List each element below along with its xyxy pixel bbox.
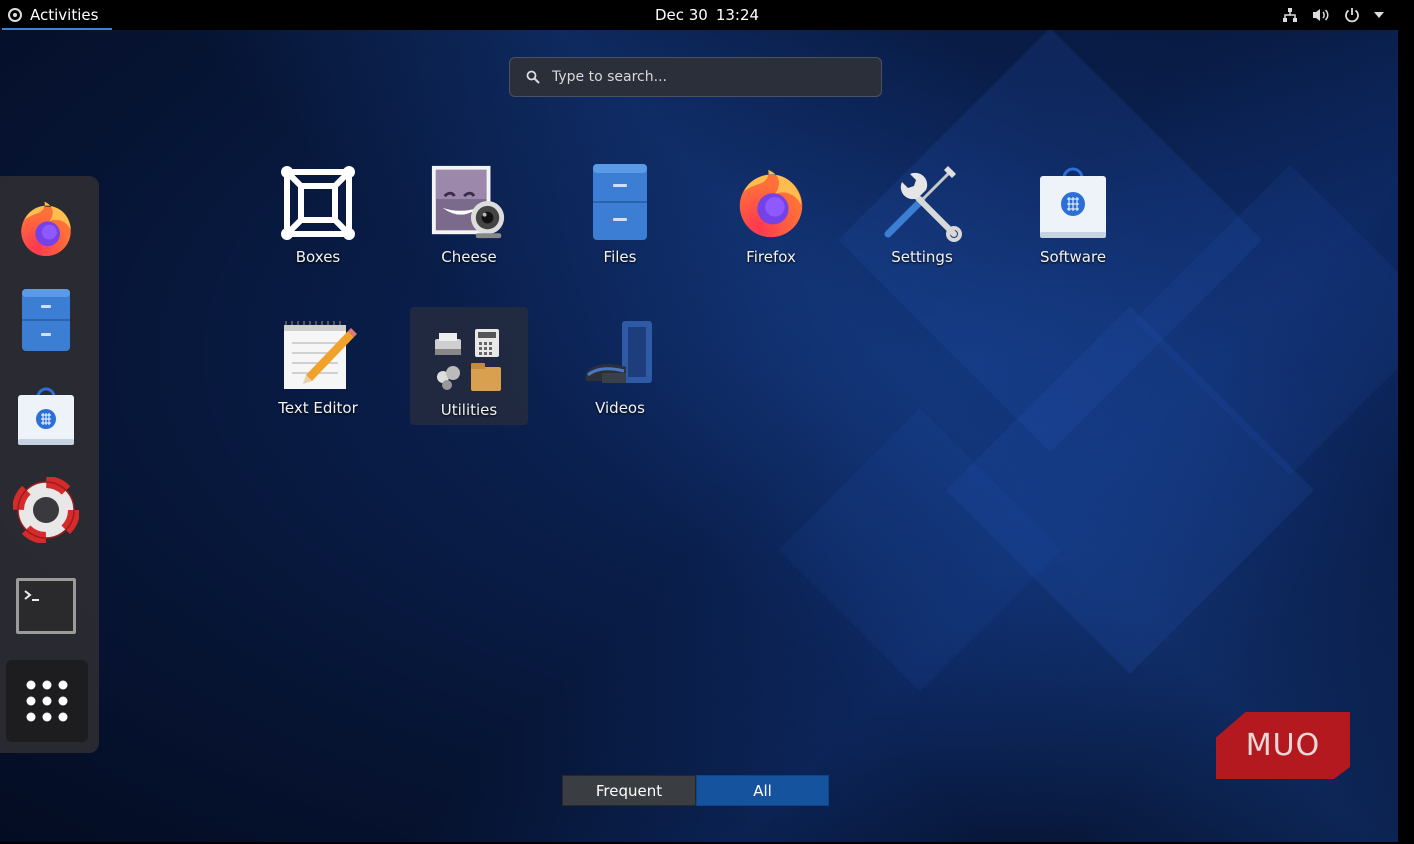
software-icon [1040, 167, 1106, 238]
terminal-icon [16, 578, 76, 634]
app-label: Utilities [440, 401, 498, 419]
system-tray[interactable] [1282, 0, 1384, 30]
text-editor-icon [284, 321, 357, 389]
network-icon[interactable] [1282, 7, 1298, 23]
app-settings[interactable]: Settings [852, 162, 992, 282]
app-label: Firefox [746, 248, 796, 266]
search-input[interactable] [552, 69, 852, 85]
app-label: Cheese [441, 248, 497, 266]
app-files[interactable]: Files [550, 162, 690, 282]
tab-frequent[interactable]: Frequent [562, 775, 696, 806]
videos-icon [586, 321, 652, 383]
search-icon [526, 70, 540, 84]
dock-item-firefox[interactable] [10, 192, 82, 264]
muo-watermark-logo: MUO [1216, 712, 1350, 779]
cheese-icon [431, 165, 505, 239]
settings-icon [884, 166, 962, 242]
app-boxes[interactable]: Boxes [248, 162, 388, 282]
view-switcher: Frequent All [562, 775, 829, 806]
files-icon [593, 164, 647, 240]
dock-item-help[interactable] [10, 474, 82, 546]
app-folder-utilities[interactable]: Utilities [410, 307, 528, 425]
utilities-folder-icon [435, 329, 501, 391]
app-firefox[interactable]: Firefox [701, 162, 841, 282]
clock[interactable]: Dec 30 13:24 [0, 0, 1414, 30]
search-box[interactable] [509, 57, 882, 97]
dash-dock [0, 176, 99, 753]
software-icon [18, 387, 74, 445]
power-icon[interactable] [1344, 7, 1360, 23]
app-label: Videos [595, 399, 645, 417]
app-label: Software [1039, 248, 1107, 266]
help-icon [13, 477, 79, 543]
app-text-editor[interactable]: Text Editor [248, 313, 388, 433]
show-applications-icon [26, 680, 68, 722]
tab-all[interactable]: All [696, 775, 829, 806]
app-videos[interactable]: Videos [550, 313, 690, 433]
firefox-icon [739, 169, 803, 238]
dock-item-files[interactable] [10, 284, 82, 356]
show-applications-button[interactable] [6, 660, 88, 742]
app-label: Text Editor [278, 399, 358, 417]
app-cheese[interactable]: Cheese [399, 162, 539, 282]
boxes-icon [281, 166, 355, 240]
desktop-background [0, 30, 1398, 842]
app-software[interactable]: Software [1003, 162, 1143, 282]
screen-edge [1398, 0, 1414, 844]
menu-arrow-icon[interactable] [1374, 11, 1384, 19]
files-icon [22, 289, 70, 351]
clock-time: 13:24 [715, 6, 760, 24]
app-label: Boxes [295, 248, 341, 266]
dock-item-software[interactable] [10, 380, 82, 452]
firefox-icon [21, 201, 71, 257]
clock-date: Dec 30 [654, 6, 708, 24]
dock-item-terminal[interactable] [10, 570, 82, 642]
volume-icon[interactable] [1312, 7, 1330, 23]
app-label: Settings [891, 248, 953, 266]
top-bar: Activities Dec 30 13:24 [0, 0, 1414, 30]
app-label: Files [603, 248, 637, 266]
